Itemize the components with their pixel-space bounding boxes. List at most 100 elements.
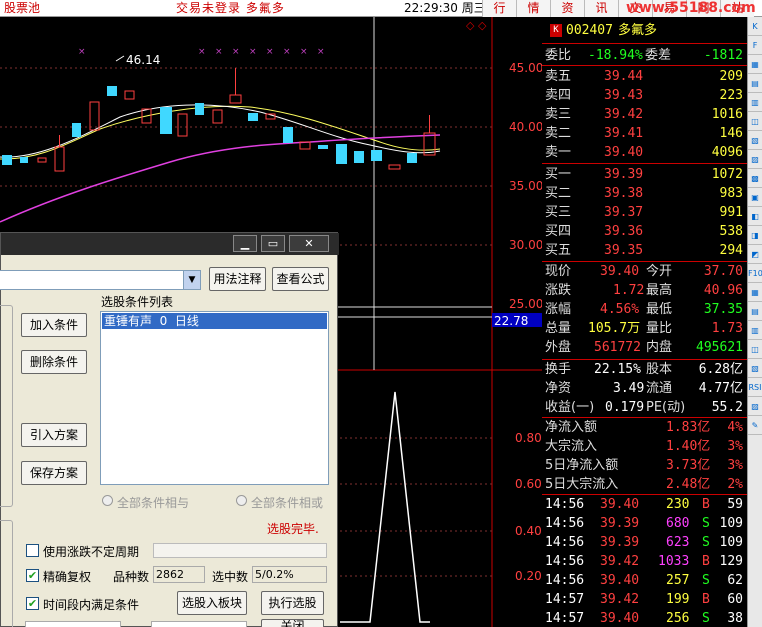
- condition-list-title: 选股条件列表: [101, 295, 174, 309]
- maximize-icon[interactable]: ▭: [261, 235, 285, 252]
- svg-text:×: ×: [78, 47, 86, 57]
- tool-icon[interactable]: ◫: [748, 340, 762, 359]
- svg-text:×: ×: [215, 47, 223, 57]
- svg-text:×: ×: [232, 47, 240, 57]
- svg-text:45.00: 45.00: [509, 61, 542, 75]
- selected-label: 选中数: [212, 570, 249, 584]
- radio-or-label: 全部条件相或: [251, 496, 324, 510]
- signal-markers: × × × × × × × × ×: [78, 47, 325, 57]
- tool-icon[interactable]: ◫: [748, 112, 762, 131]
- close-button[interactable]: 关闭: [261, 619, 324, 627]
- price-axis-labels: 45.00 40.00 35.00 30.00 25.00: [509, 61, 542, 311]
- f-icon[interactable]: F: [748, 36, 762, 55]
- tool-icon[interactable]: ▩: [748, 169, 762, 188]
- tool-icon[interactable]: ▤: [748, 302, 762, 321]
- commission-row: 委比 -18.94% 委差 -1812: [545, 48, 743, 63]
- tool-icon[interactable]: ▦: [748, 283, 762, 302]
- formula-select[interactable]: ▼: [0, 270, 201, 290]
- tick-row: 14:57 39.40 256 S 38: [545, 611, 743, 626]
- to-block-button[interactable]: 选股入板块: [177, 591, 247, 615]
- tool-icon[interactable]: ▨: [748, 397, 762, 416]
- svg-text:40.00: 40.00: [509, 120, 542, 134]
- stock-header: K 002407 多氟多: [542, 21, 747, 40]
- stock-code: 002407: [566, 23, 613, 38]
- rsi-icon[interactable]: RSI: [748, 378, 762, 397]
- tool-icon[interactable]: ◨: [748, 226, 762, 245]
- svg-text:×: ×: [249, 47, 257, 57]
- import-plan-button[interactable]: 引入方案: [21, 423, 87, 447]
- dialog-titlebar[interactable]: ▁ ▭ ✕: [1, 233, 339, 255]
- svg-text:0.80: 0.80: [515, 431, 542, 445]
- stock-pool-label[interactable]: 股票池: [4, 0, 40, 16]
- condition-list-item[interactable]: 重锤有声 0 日线: [102, 313, 327, 329]
- tool-icon[interactable]: ▧: [748, 131, 762, 150]
- checkbox-time-range[interactable]: ✔: [26, 597, 39, 610]
- usage-button[interactable]: 用法注释: [209, 267, 266, 291]
- tool-icon[interactable]: ▤: [748, 74, 762, 93]
- date-end-field[interactable]: [151, 621, 247, 627]
- progress-bar: [153, 543, 327, 558]
- indicator-axis-labels: 0.80 0.60 0.40 0.20: [515, 431, 542, 583]
- date-start-field[interactable]: [25, 621, 121, 627]
- checkbox-uncertain-period[interactable]: [26, 544, 39, 557]
- selected-value: 5/0.2%: [252, 566, 327, 583]
- peak-label: 46.14: [126, 53, 160, 67]
- tab-hang[interactable]: 行: [482, 0, 516, 17]
- bottom-group-box: [0, 520, 13, 627]
- sell-row: 卖三 39.42 1016: [545, 107, 743, 122]
- tool-icon[interactable]: ▨: [748, 150, 762, 169]
- checkbox-exact-adjust[interactable]: ✔: [26, 569, 39, 582]
- checkbox-time-range-label: 时间段内满足条件: [43, 598, 140, 612]
- window-title: 交易未登录 多氟多: [176, 1, 285, 15]
- tick-row: 14:56 39.40 257 S 62: [545, 573, 743, 588]
- pencil-icon[interactable]: ✎: [748, 416, 762, 435]
- chevron-down-icon[interactable]: ▼: [183, 271, 200, 289]
- stock-name: 多氟多: [618, 23, 658, 38]
- radio-or[interactable]: [236, 495, 247, 506]
- f10-icon[interactable]: F10: [748, 264, 762, 283]
- count-value: 2862: [153, 566, 205, 583]
- svg-text:×: ×: [283, 47, 291, 57]
- tool-icon[interactable]: ▥: [748, 93, 762, 112]
- tool-icon[interactable]: ◩: [748, 245, 762, 264]
- svg-text:0.60: 0.60: [515, 477, 542, 491]
- kline-icon[interactable]: K: [748, 17, 762, 36]
- quote-panel: K 002407 多氟多 委比 -18.94% 委差 -1812 卖五 39.44…: [542, 17, 747, 627]
- svg-text:25.00: 25.00: [509, 297, 542, 311]
- condition-list[interactable]: 重锤有声 0 日线: [100, 311, 329, 485]
- tab-qing[interactable]: 情: [516, 0, 550, 17]
- buy-row: 买一 39.39 1072: [545, 167, 743, 182]
- tab-zi[interactable]: 资: [550, 0, 584, 17]
- tool-icon[interactable]: ▦: [748, 55, 762, 74]
- tool-icon[interactable]: ▣: [748, 188, 762, 207]
- radio-and-label: 全部条件相与: [117, 496, 190, 510]
- checkbox-uncertain-period-label: 使用涨跌不定周期: [43, 545, 140, 559]
- indicator-line: [340, 391, 430, 623]
- buy-row: 买五 39.35 294: [545, 243, 743, 258]
- right-toolbar: K F ▦ ▤ ▥ ◫ ▧ ▨ ▩ ▣ ◧ ◨ ◩ F10 ▦ ▤ ▥ ◫ ▧ …: [747, 17, 762, 627]
- add-condition-button[interactable]: 加入条件: [21, 313, 87, 337]
- radio-and[interactable]: [102, 495, 113, 506]
- run-screen-button[interactable]: 执行选股: [261, 591, 324, 615]
- svg-text:×: ×: [266, 47, 274, 57]
- peak-pointer: [115, 55, 125, 62]
- tick-row: 14:56 39.40 230 B 59: [545, 497, 743, 512]
- tool-icon[interactable]: ◧: [748, 207, 762, 226]
- tab-xun[interactable]: 讯: [584, 0, 618, 17]
- view-formula-button[interactable]: 查看公式: [272, 267, 329, 291]
- checkbox-exact-adjust-label: 精确复权: [43, 570, 92, 584]
- svg-text:30.00: 30.00: [509, 238, 542, 252]
- top-bar: 股票池 交易未登录 多氟多 22:29:30 周三 行 情 资 讯 交 易 网 …: [0, 0, 762, 17]
- buy-row: 买四 39.36 538: [545, 224, 743, 239]
- left-group-box: [0, 305, 13, 507]
- minimize-icon[interactable]: ▁: [233, 235, 257, 252]
- tool-icon[interactable]: ▧: [748, 359, 762, 378]
- sell-row: 卖二 39.41 146: [545, 126, 743, 141]
- tick-row: 14:57 39.42 199 B 60: [545, 592, 743, 607]
- tool-icon[interactable]: ▥: [748, 321, 762, 340]
- svg-text:0.20: 0.20: [515, 569, 542, 583]
- k-icon: K: [550, 24, 562, 37]
- save-plan-button[interactable]: 保存方案: [21, 461, 87, 485]
- close-icon[interactable]: ✕: [289, 235, 329, 252]
- delete-condition-button[interactable]: 删除条件: [21, 350, 87, 374]
